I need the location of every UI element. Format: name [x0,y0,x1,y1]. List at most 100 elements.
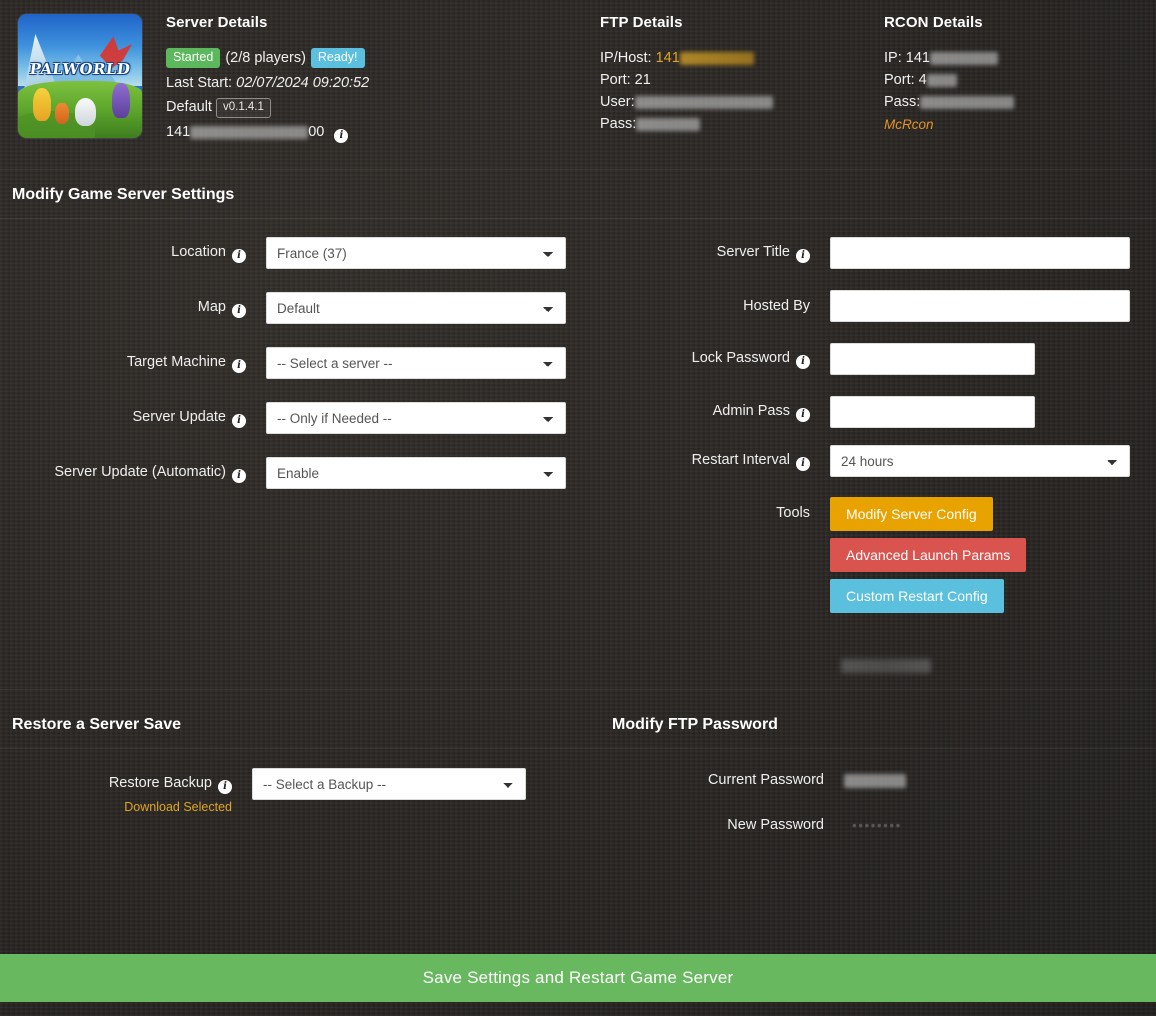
map-label: Map i [0,299,246,318]
thumbnail-creature-purple [112,83,130,119]
last-start-label: Last Start: [166,75,233,91]
ftp-port-row: Port: 21 [600,69,870,91]
settings-section-title: Modify Game Server Settings [12,186,235,203]
rcon-ip-redacted [929,51,998,65]
server-update-select[interactable]: -- Only if Needed -- [266,402,566,434]
server-update-automatic-select[interactable]: Enable [266,457,566,489]
rcon-port-value: 4 [918,72,927,88]
restore-backup-label: Restore Backup i [0,775,232,794]
hosted-by-label-text: Hosted By [743,298,810,314]
lock-password-label: Lock Password i [600,350,810,369]
location-label-text: Location [171,243,226,260]
new-password-label: New Password [727,817,824,833]
default-version-row: Default v0.1.4.1 [166,96,586,118]
server-details-panel: Server Details Started (2/8 players) Ready… [166,14,586,143]
server-overview-strip: PALWORLD Server Details Started (2/8 play… [0,0,1156,170]
target-machine-label-text: Target Machine [126,353,226,370]
target-machine-info-icon[interactable]: i [232,358,246,373]
current-password-value [844,772,1144,789]
server-update-automatic-info-icon[interactable]: i [232,468,246,483]
form-row-server-title: Server Title i [600,237,1156,269]
form-row-server-update-automatic: Server Update (Automatic) i Enable [0,457,568,489]
ftp-host-label: IP/Host: [600,50,652,66]
server-title-info-icon[interactable]: i [796,248,810,263]
tools-label: Tools [776,505,810,521]
server-status-row: Started (2/8 players) Ready! [166,47,586,69]
server-title-label: Server Title i [600,244,810,263]
last-start-row: Last Start: 02/07/2024 09:20:52 [166,72,586,94]
server-address-info-icon[interactable]: i [334,129,349,143]
restore-section-title: Restore a Server Save [12,716,181,733]
ftp-pass-redacted [636,117,701,131]
ftp-port-label: Port: [600,72,631,88]
hosted-by-label: Hosted By [600,298,810,314]
download-selected-link[interactable]: Download Selected [124,800,232,814]
server-address-redacted [190,125,309,139]
ftp-port-value: 21 [634,72,651,88]
admin-pass-info-icon[interactable]: i [796,407,810,422]
lock-password-input[interactable] [830,343,1035,375]
new-password-input[interactable]: •••••••• [852,818,1128,833]
mcrcon-link[interactable]: McRcon [884,117,1148,132]
server-title-input[interactable] [830,237,1130,269]
server-update-automatic-label: Server Update (Automatic) i [0,464,246,483]
form-row-tools: Tools Modify Server Config Advanced Laun… [600,497,1156,620]
game-thumbnail: PALWORLD [18,14,142,138]
target-machine-select[interactable]: -- Select a server -- [266,347,566,379]
form-row-new-password: New Password •••••••• [600,817,1156,833]
server-update-automatic-label-text: Server Update (Automatic) [54,463,226,480]
custom-restart-config-button[interactable]: Custom Restart Config [830,579,1004,613]
target-machine-label: Target Machine i [0,354,246,373]
thumbnail-creature-white [75,98,97,126]
lock-password-info-icon[interactable]: i [796,354,810,369]
rcon-port-row: Port: 4 [884,69,1148,91]
server-update-label-text: Server Update [132,408,227,425]
location-select[interactable]: France (37) [266,237,566,269]
lower-sections: Restore a Server Save Modify FTP Passwor… [0,690,1156,895]
server-update-label: Server Update i [0,409,246,428]
ftp-details-heading: FTP Details [600,14,683,31]
admin-pass-input[interactable] [830,396,1035,428]
restore-backup-info-icon[interactable]: i [218,780,232,794]
advanced-launch-params-button[interactable]: Advanced Launch Params [830,538,1027,572]
rcon-pass-row: Pass: [884,91,1148,113]
lower-inner-divider [0,748,1156,749]
restore-backup-select[interactable]: -- Select a Backup -- [252,768,526,800]
restart-interval-info-icon[interactable]: i [796,456,810,471]
form-row-current-password: Current Password [600,772,1156,789]
ftp-user-redacted [634,95,773,109]
current-password-redacted [844,774,906,789]
restart-interval-label-text: Restart Interval [691,451,790,468]
last-start-value: 02/07/2024 09:20:52 [236,75,370,91]
rcon-port-redacted [926,73,957,87]
location-info-icon[interactable]: i [232,248,246,263]
server-details-heading: Server Details [166,14,268,31]
form-row-restore-backup: Restore Backup i Download Selected -- Sel… [0,768,568,815]
hosted-by-input[interactable] [830,290,1130,322]
settings-section: Modify Game Server Settings Location i Fr… [0,170,1156,689]
new-password-masked-value: •••••••• [852,817,902,833]
save-settings-button[interactable]: Save Settings and Restart Game Server [0,954,1156,1002]
map-select[interactable]: Default [266,292,566,324]
ftp-details-panel: FTP Details IP/Host: 141 Port: 21 User: … [600,14,870,135]
server-address-row: 141 00 i [166,121,586,143]
form-row-location: Location i France (37) [0,237,568,269]
map-label-text: Map [197,298,226,315]
ftp-host-redacted [679,51,754,65]
admin-pass-label: Admin Pass i [600,403,810,422]
ftp-pass-row: Pass: [600,113,870,135]
settings-form: Location i France (37) Map i Default Targe… [0,219,1156,689]
map-info-icon[interactable]: i [232,303,246,318]
rcon-details-panel: RCON Details IP: 141 Port: 4 Pass: McRco… [884,14,1148,132]
form-row-restart-interval: Restart Interval i 24 hours [600,445,1156,477]
location-label: Location i [0,244,246,263]
rcon-pass-label: Pass: [884,94,921,110]
server-title-label-text: Server Title [716,243,790,260]
restart-interval-select[interactable]: 24 hours [830,445,1130,477]
ftp-user-label: User: [600,94,635,110]
modify-server-config-button[interactable]: Modify Server Config [830,497,993,531]
server-update-info-icon[interactable]: i [232,413,246,428]
form-row-target-machine: Target Machine i -- Select a server -- [0,347,568,379]
ftp-user-row: User: [600,91,870,113]
tools-button-group: Modify Server Config Advanced Launch Par… [830,497,1027,620]
